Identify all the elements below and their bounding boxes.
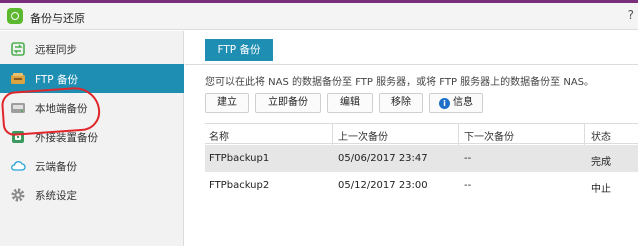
local-backup-icon [11, 103, 25, 113]
sidebar-item-local-backup[interactable]: 本地端备份 [0, 93, 184, 122]
create-button[interactable]: 建立 [205, 93, 249, 113]
sidebar-item-label: 云端备份 [35, 161, 77, 173]
sidebar-item-label: 外接装置备份 [35, 132, 98, 144]
row-name: FTPbackup2 [209, 180, 270, 191]
sidebar-item-label: 系统设定 [35, 190, 77, 202]
sidebar-item-label: 远程同步 [35, 44, 77, 56]
column-header-last-backup[interactable]: 上一次备份 [338, 128, 388, 143]
column-divider[interactable] [458, 124, 459, 145]
column-header-name[interactable]: 名称 [209, 128, 229, 143]
row-last-backup: 05/06/2017 23:47 [338, 153, 428, 164]
cloud-icon [11, 161, 26, 171]
sidebar-item-external-backup[interactable]: 外接装置备份 [0, 122, 184, 151]
table-row[interactable]: FTPbackup2 05/12/2017 23:00 -- 中止 [205, 172, 638, 199]
info-icon: i [439, 98, 450, 109]
sidebar-item-label: FTP 备份 [35, 74, 78, 86]
info-button[interactable]: i 信息 [429, 93, 483, 113]
table-header: 名称 上一次备份 下一次备份 状态 [205, 123, 638, 145]
row-status: 中止 [591, 184, 611, 195]
sidebar-item-remote-sync[interactable]: 远程同步 [0, 34, 184, 63]
column-header-status[interactable]: 状态 [591, 128, 611, 143]
main-panel: FTP 备份 您可以在此将 NAS 的数据备份至 FTP 服务器，或将 FTP … [185, 31, 638, 246]
row-last-backup: 05/12/2017 23:00 [338, 180, 428, 191]
sidebar-item-ftp-backup[interactable]: FTP 备份 [0, 64, 184, 93]
edit-button[interactable]: 编辑 [327, 93, 373, 113]
row-name: FTPbackup1 [209, 153, 270, 164]
sidebar: 远程同步 FTP 备份 本地端备份 外接装置备份 云端备份 系统设定 [0, 31, 184, 246]
column-divider[interactable] [584, 124, 585, 145]
gear-icon [11, 188, 25, 202]
ftp-icon [11, 73, 25, 84]
title-bar: 备份与还原 ? [0, 3, 638, 30]
external-device-icon [12, 131, 24, 143]
column-header-next-backup[interactable]: 下一次备份 [464, 128, 514, 143]
table-row[interactable]: FTPbackup1 05/06/2017 23:47 -- 完成 [205, 145, 638, 172]
tab-ftp-backup[interactable]: FTP 备份 [205, 39, 273, 61]
sidebar-item-label: 本地端备份 [35, 103, 88, 115]
sidebar-item-system-settings[interactable]: 系统设定 [0, 180, 184, 209]
help-button[interactable]: ? [628, 8, 634, 22]
remove-button[interactable]: 移除 [379, 93, 423, 113]
info-button-label: 信息 [453, 97, 473, 108]
sync-icon [11, 42, 25, 56]
row-next-backup: -- [464, 153, 472, 164]
row-status: 完成 [591, 157, 611, 168]
backup-now-button[interactable]: 立即备份 [255, 93, 321, 113]
row-next-backup: -- [464, 180, 472, 191]
column-divider[interactable] [332, 124, 333, 145]
sidebar-item-cloud-backup[interactable]: 云端备份 [0, 151, 184, 180]
window-title: 备份与还原 [30, 12, 85, 25]
tab-bar: FTP 备份 [185, 31, 638, 65]
backup-app-icon [7, 8, 23, 24]
page-description: 您可以在此将 NAS 的数据备份至 FTP 服务器，或将 FTP 服务器上的数据… [205, 77, 595, 88]
